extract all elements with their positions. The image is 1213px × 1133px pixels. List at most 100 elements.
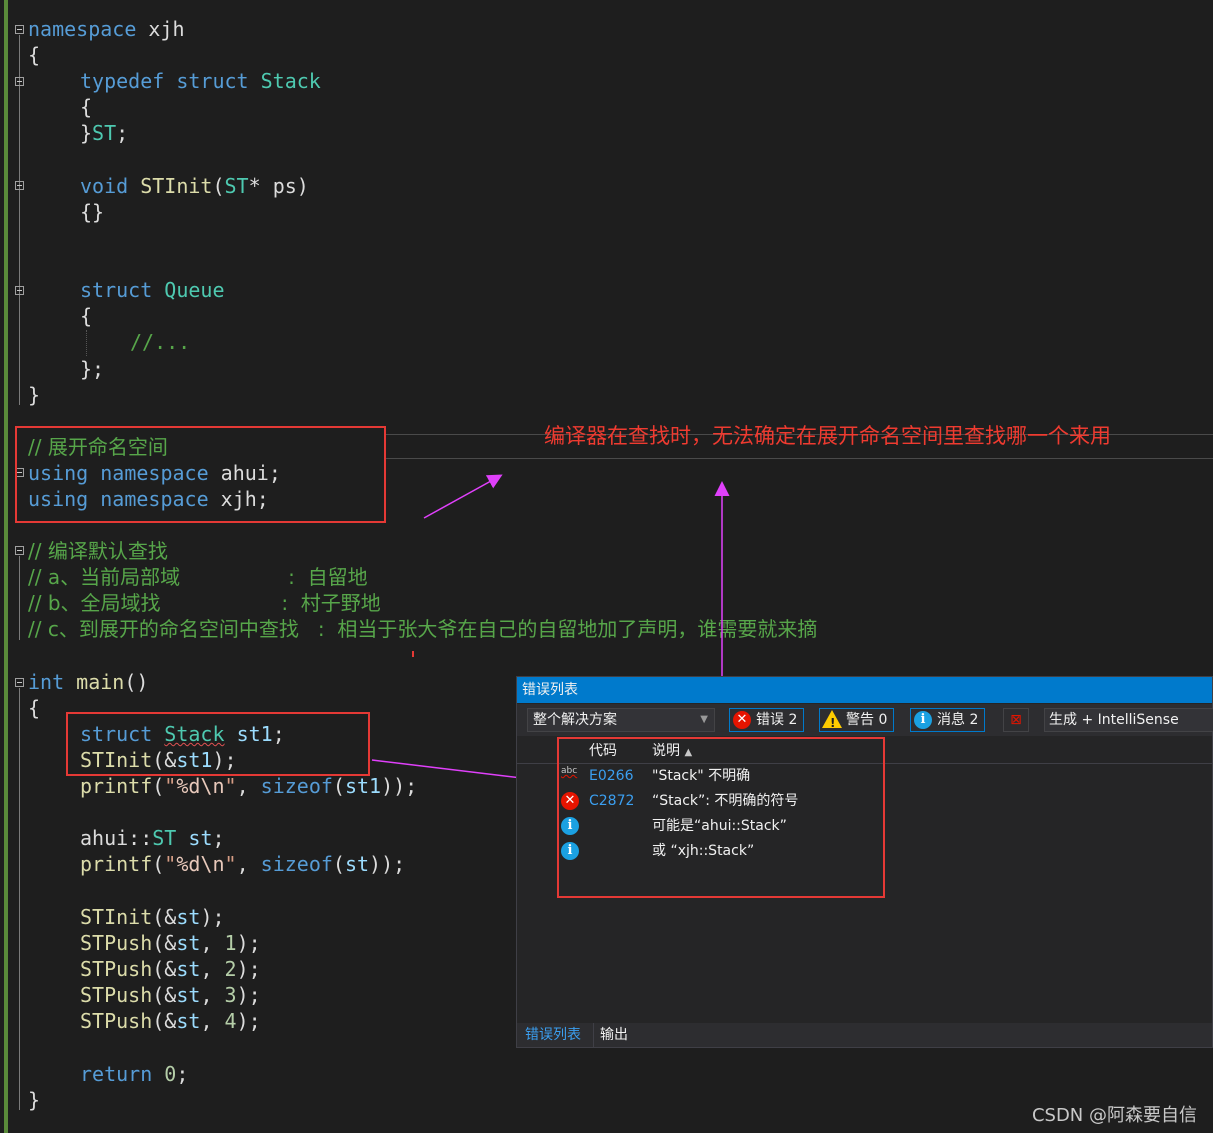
code-line[interactable]: printf("%d\n", sizeof(st)); xyxy=(80,851,405,877)
code-line[interactable]: // 编译默认查找 xyxy=(28,538,168,564)
string: " xyxy=(224,852,237,876)
highlight-box-errors xyxy=(557,737,885,898)
warning-mark: ! xyxy=(830,716,836,730)
format-spec: %d\n xyxy=(176,852,225,876)
error-list-title[interactable]: 错误列表 xyxy=(517,677,1212,703)
punct: , xyxy=(236,774,261,798)
code-line[interactable]: } xyxy=(28,1087,40,1113)
punct: ; xyxy=(116,121,129,145)
punct: () xyxy=(124,670,149,694)
code-line[interactable]: return 0; xyxy=(80,1061,188,1087)
code-line[interactable]: STInit(&st); xyxy=(80,904,225,930)
variable: st xyxy=(176,957,201,981)
fold-toggle[interactable] xyxy=(15,25,24,34)
code-line[interactable]: { xyxy=(80,94,92,120)
code-line[interactable]: //... xyxy=(130,329,190,355)
filter-icon[interactable]: ⊠ xyxy=(1003,708,1029,732)
brace: } xyxy=(28,1088,41,1112)
highlight-line-bottom xyxy=(386,458,1213,459)
function-name: STPush xyxy=(80,931,153,955)
tab-output[interactable]: 输出 xyxy=(593,1023,634,1047)
function-name: STInit xyxy=(140,174,213,198)
chevron-down-icon: ▼ xyxy=(700,714,708,725)
function-name: printf xyxy=(80,774,153,798)
type-name: ST xyxy=(224,174,249,198)
punct: )); xyxy=(381,774,418,798)
code-line[interactable]: namespace xjh xyxy=(28,16,185,42)
outline-guide xyxy=(19,35,20,405)
fold-toggle[interactable] xyxy=(15,77,24,86)
messages-filter-button[interactable]: i 消息 2 xyxy=(910,708,986,732)
punct: , xyxy=(236,852,261,876)
comment: // 编译默认查找 xyxy=(28,539,168,563)
outline-guide xyxy=(19,688,20,1110)
fold-toggle[interactable] xyxy=(15,546,24,555)
variable: st xyxy=(176,983,201,1007)
code-line[interactable]: STPush(&st, 4); xyxy=(80,1008,261,1034)
fold-toggle[interactable] xyxy=(15,678,24,687)
keyword: typedef struct xyxy=(80,69,249,93)
comment: // a、当前局部域 : 自留地 xyxy=(28,565,368,589)
code-line[interactable]: { xyxy=(28,42,40,68)
tab-error-list[interactable]: 错误列表 xyxy=(519,1023,587,1047)
code-line[interactable]: }; xyxy=(80,356,104,382)
punct: ( xyxy=(332,852,345,876)
code-line[interactable]: } xyxy=(28,382,40,408)
keyword: sizeof xyxy=(260,852,333,876)
panel-tabs: 错误列表 输出 xyxy=(517,1023,1212,1047)
code-line[interactable]: // b、全局域找 : 村子野地 xyxy=(28,590,381,616)
brace: { xyxy=(28,696,41,720)
code-line[interactable]: void STInit(ST* ps) xyxy=(80,173,309,199)
keyword: namespace xyxy=(28,17,137,41)
scope-dropdown[interactable]: 整个解决方案 ▼ xyxy=(527,708,715,732)
code-line[interactable]: // a、当前局部域 : 自留地 xyxy=(28,564,368,590)
punct: :: xyxy=(128,826,153,850)
comment: // c、到展开的命名空间中查找 : 相当于张大爷在自己的自留地加了声明，谁需要… xyxy=(28,617,818,641)
code-line[interactable]: typedef struct Stack xyxy=(80,68,321,94)
punct: ); xyxy=(236,957,261,981)
variable: st xyxy=(176,931,201,955)
code-line[interactable]: }ST; xyxy=(80,120,128,146)
code-line[interactable]: STPush(&st, 1); xyxy=(80,930,261,956)
code-line[interactable]: ahui::ST st; xyxy=(80,825,225,851)
variable: st xyxy=(176,1009,201,1033)
build-filter-dropdown[interactable]: 生成 + IntelliSense xyxy=(1044,708,1213,732)
code-line[interactable]: {} xyxy=(80,199,104,225)
warnings-filter-button[interactable]: ! 警告 0 xyxy=(819,708,895,732)
type-name: ST xyxy=(152,826,177,850)
string: " xyxy=(164,852,177,876)
code-line[interactable]: { xyxy=(80,303,92,329)
function-name: STInit xyxy=(80,905,153,929)
brace: }; xyxy=(80,357,105,381)
string: " xyxy=(224,774,237,798)
change-indicator-bar xyxy=(4,0,8,1133)
punct: )); xyxy=(369,852,406,876)
punct: ( xyxy=(152,774,165,798)
variable: st1 xyxy=(344,774,382,798)
punct: , xyxy=(200,931,225,955)
comment: // b、全局域找 : 村子野地 xyxy=(28,591,381,615)
keyword: return xyxy=(80,1062,153,1086)
errors-filter-button[interactable]: ✕ 错误 2 xyxy=(729,708,805,732)
keyword: int xyxy=(28,670,65,694)
fold-toggle[interactable] xyxy=(15,286,24,295)
code-line[interactable]: { xyxy=(28,695,40,721)
punct: (& xyxy=(152,931,177,955)
indent-guide xyxy=(86,330,87,356)
arrow-to-annotation xyxy=(423,474,503,519)
code-line[interactable]: STPush(&st, 3); xyxy=(80,982,261,1008)
code-line[interactable]: STPush(&st, 2); xyxy=(80,956,261,982)
keyword: struct xyxy=(80,278,153,302)
code-line[interactable]: // c、到展开的命名空间中查找 : 相当于张大爷在自己的自留地加了声明，谁需要… xyxy=(28,616,817,642)
code-line[interactable]: int main() xyxy=(28,669,148,695)
fold-toggle[interactable] xyxy=(15,181,24,190)
punct: ); xyxy=(200,905,225,929)
code-line[interactable]: struct Queue xyxy=(80,277,225,303)
highlight-box-using xyxy=(15,426,386,523)
info-icon: i xyxy=(914,711,932,729)
build-filter-value: 生成 + IntelliSense xyxy=(1049,712,1179,728)
keyword: sizeof xyxy=(260,774,333,798)
brace: { xyxy=(80,95,93,119)
punct: (& xyxy=(152,957,177,981)
code-line[interactable]: printf("%d\n", sizeof(st1)); xyxy=(80,773,417,799)
